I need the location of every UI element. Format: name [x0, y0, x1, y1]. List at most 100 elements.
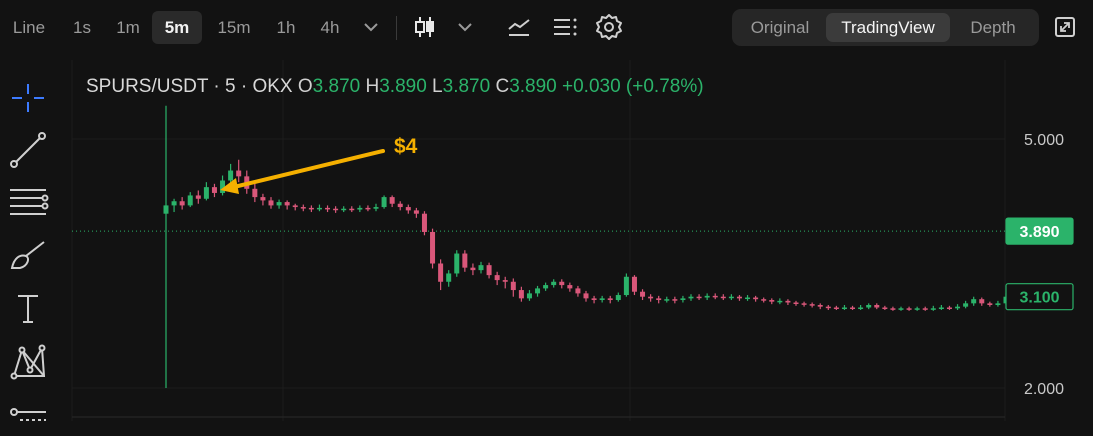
candle-body — [833, 307, 839, 309]
candle-body — [898, 308, 904, 310]
candle-body — [785, 300, 791, 303]
candle-body — [551, 281, 557, 286]
candle-body — [470, 267, 476, 271]
candle-body — [543, 285, 549, 289]
candle-body — [316, 207, 322, 210]
candle-body — [292, 205, 298, 208]
candle-body — [938, 307, 944, 309]
candle-body — [389, 197, 395, 204]
candle-body — [381, 197, 387, 208]
candle-body — [397, 203, 403, 208]
low-value: 3.870 — [442, 76, 491, 97]
close-value: 3.890 — [509, 76, 557, 97]
candle-body — [300, 207, 306, 209]
candle-body — [308, 207, 314, 210]
y-tick-label: 5.000 — [1024, 132, 1064, 149]
candle-body — [454, 253, 460, 274]
candle-body — [211, 187, 217, 193]
high-value: 3.890 — [379, 76, 427, 97]
candle-body — [688, 296, 694, 299]
candle-body — [987, 303, 993, 305]
candle-body — [236, 170, 242, 177]
candle-body — [890, 308, 896, 310]
candle-body — [850, 307, 856, 309]
candle-body — [260, 197, 266, 201]
candle-body — [615, 295, 621, 301]
candle-body — [599, 298, 605, 301]
candle-body — [841, 307, 847, 309]
candle-body — [817, 305, 823, 307]
candle-body — [187, 195, 193, 206]
candle-body — [906, 308, 912, 310]
price-chart[interactable]: 5.000 2.000 3.890 3.100 $4 — [0, 0, 1093, 421]
candle-body — [914, 308, 920, 310]
candle-body — [777, 300, 783, 303]
symbol-title: SPURS/USDT · 5 · OKX — [86, 76, 293, 97]
low-label: L — [432, 76, 443, 97]
candle-body — [631, 276, 637, 292]
candle-body — [430, 231, 436, 264]
y-tick-label: 2.000 — [1024, 381, 1064, 398]
candle-body — [195, 195, 201, 199]
price-tag-label: 3.100 — [1019, 290, 1059, 307]
candle-body — [220, 180, 226, 193]
candle-body — [704, 295, 710, 298]
candle-body — [736, 296, 742, 299]
candle-body — [252, 188, 258, 198]
candle-body — [607, 298, 613, 301]
candle-body — [696, 296, 702, 299]
close-label: C — [495, 76, 510, 97]
candle-body — [995, 303, 1001, 305]
candle-body — [753, 297, 759, 300]
candle-body — [421, 213, 427, 232]
candle-body — [761, 299, 767, 301]
candle-body — [930, 308, 936, 310]
candle-body — [922, 308, 928, 310]
candle-body — [228, 170, 234, 181]
candle-body — [963, 303, 969, 307]
candle-body — [825, 306, 831, 309]
candle-body — [171, 201, 177, 206]
candle-body — [640, 291, 646, 297]
candle-body — [333, 208, 339, 211]
candle-body — [438, 263, 444, 282]
candle-body — [745, 297, 751, 300]
candle-body — [373, 207, 379, 209]
candle-body — [446, 273, 452, 282]
candle-body — [623, 276, 629, 296]
candle-body — [656, 298, 662, 301]
candle-body — [567, 285, 573, 289]
candle-body — [462, 253, 468, 268]
candle-body — [494, 275, 500, 281]
candle-body — [769, 300, 775, 302]
candle-body — [720, 296, 726, 299]
candle-body — [793, 302, 799, 305]
candle-body — [341, 208, 347, 211]
candle-body — [664, 299, 670, 301]
candle-body — [179, 201, 185, 206]
open-label: O — [297, 76, 313, 97]
candle-body — [413, 210, 419, 214]
candle-body — [357, 207, 363, 210]
candle-body — [365, 207, 371, 210]
candle-body — [163, 205, 169, 214]
candle-body — [672, 299, 678, 301]
annotation-label: $4 — [394, 135, 418, 158]
open-value: 3.870 — [312, 76, 361, 97]
candle-body — [979, 299, 985, 304]
candle-body — [559, 281, 565, 286]
candle-body — [284, 202, 290, 206]
candle-body — [874, 305, 880, 308]
high-label: H — [365, 76, 380, 97]
candle-body — [325, 207, 331, 210]
candle-body — [349, 208, 355, 211]
candle-body — [510, 281, 516, 291]
price-tag-label: 3.890 — [1019, 224, 1059, 241]
annotation-arrow — [232, 149, 385, 189]
candle-body — [866, 305, 872, 308]
candle-body — [486, 265, 492, 276]
candle-body — [955, 306, 961, 309]
candle-body — [535, 288, 541, 294]
candle-body — [809, 304, 815, 306]
candle-body — [648, 296, 654, 299]
